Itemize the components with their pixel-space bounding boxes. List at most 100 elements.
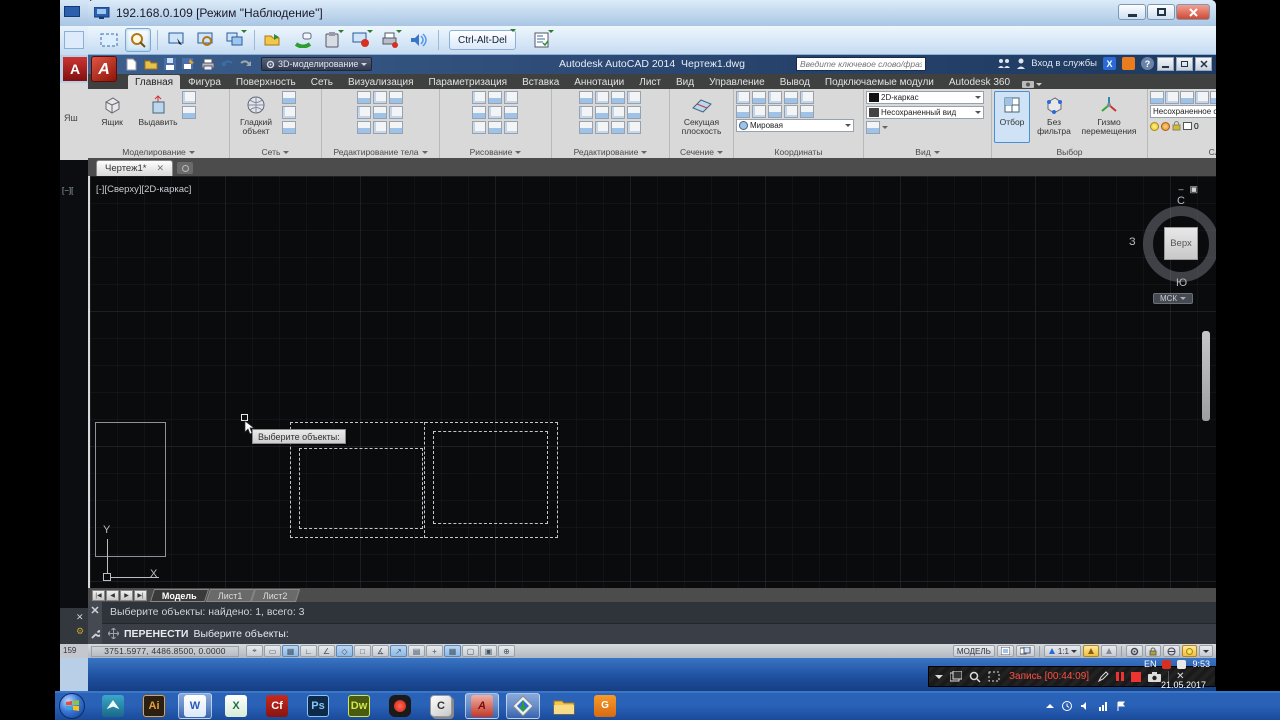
new-drawing-tab-button[interactable] — [177, 162, 193, 174]
panel-label-selection[interactable]: Выбор — [994, 146, 1145, 158]
taskbar-illustrator[interactable]: Ai — [137, 693, 171, 719]
navigation-bar[interactable] — [1202, 331, 1210, 421]
viewport-controls-label[interactable]: [-][Сверху][2D-каркас] — [96, 184, 191, 195]
solid-edit-tools[interactable] — [357, 91, 404, 135]
acad-close-button[interactable] — [1195, 57, 1212, 71]
acad-restore-button[interactable] — [1176, 57, 1193, 71]
tray-clock-icon[interactable] — [1062, 701, 1072, 711]
named-view-dropdown[interactable]: Несохраненный вид — [866, 106, 984, 119]
ribbon-tab-figura[interactable]: Фигура — [181, 75, 228, 89]
file-transfer-icon[interactable] — [261, 28, 287, 52]
recorder-window-icon[interactable] — [950, 671, 962, 682]
sign-in-label[interactable]: Вход в службы — [1031, 58, 1097, 69]
signin-person-icon[interactable] — [1017, 58, 1025, 69]
toggle-annotation-monitor[interactable]: ⊕ — [498, 645, 515, 657]
remote-clock[interactable]: 9:53 — [1192, 659, 1210, 669]
ribbon-tab-set[interactable]: Сеть — [304, 75, 340, 89]
taskbar-pdf-app[interactable]: G — [588, 693, 622, 719]
toggle-dynamic-input[interactable]: ▤ — [408, 645, 425, 657]
panel-label-modify[interactable]: Редактирование — [554, 146, 667, 158]
layer-dropdown[interactable]: 0 — [1150, 119, 1216, 133]
taskbar-3ds-max[interactable] — [96, 693, 130, 719]
toggle-polar-tracking[interactable]: ∠ — [318, 645, 335, 657]
help-search-input[interactable] — [796, 57, 926, 71]
acad-minimize-button[interactable] — [1157, 57, 1174, 71]
ribbon-tab-vizualizatsiya[interactable]: Визуализация — [341, 75, 420, 89]
isolate-objects-icon[interactable] — [1163, 645, 1180, 657]
toggle-infer-constraints[interactable]: ⌖ — [246, 645, 263, 657]
ribbon-tab-glavnaya[interactable]: Главная — [128, 75, 180, 89]
taskbar-word[interactable]: W — [178, 693, 212, 719]
taskbar-c-key-app[interactable]: C — [424, 693, 458, 719]
toggle-dynamic-ucs[interactable]: ↗ — [390, 645, 407, 657]
layout-quickview-icon[interactable] — [997, 645, 1014, 657]
drawings-quickview-icon[interactable] — [1016, 645, 1035, 657]
viewcube-top-face[interactable]: Верх — [1164, 227, 1198, 260]
annotation-visibility-icon[interactable] — [1083, 645, 1099, 657]
ucs-tools-row1[interactable] — [736, 91, 814, 104]
toggle-grid-display[interactable]: ▦ — [282, 645, 299, 657]
toggle-ortho-mode[interactable]: ∟ — [300, 645, 317, 657]
workspace-switching-gear-icon[interactable] — [1126, 645, 1143, 657]
remote-tray-icon-red1[interactable] — [1162, 660, 1171, 669]
layout-tab-list2[interactable]: Лист2 — [251, 589, 300, 602]
compass-south[interactable]: Ю — [1176, 277, 1187, 289]
taskbar-recorder[interactable] — [383, 693, 417, 719]
model-space-button[interactable]: МОДЕЛЬ — [953, 645, 995, 657]
show-hidden-icons-button[interactable] — [1046, 700, 1054, 708]
panel-label-view[interactable]: Вид — [866, 146, 989, 158]
extrude-tool[interactable]: Выдавить — [136, 91, 180, 143]
modify-tools[interactable] — [579, 91, 642, 135]
panel-label-layers[interactable]: Слои — [1150, 146, 1216, 158]
ucs-dropdown[interactable]: Мировая — [736, 119, 854, 132]
toggle-selection-cycling[interactable]: ▣ — [480, 645, 497, 657]
gizmo-tool[interactable]: Гизмо перемещения — [1078, 91, 1140, 143]
viewer-minimize-button[interactable] — [1118, 4, 1146, 20]
ctrl-alt-del-button[interactable]: Ctrl-Alt-Del — [449, 30, 516, 50]
ribbon-tab-vstavka[interactable]: Вставка — [515, 75, 566, 89]
autocad-titlebar[interactable]: A 3D-моделирование Autodesk AutoCAD 2014… — [88, 55, 1216, 74]
panel-label-solid-edit[interactable]: Редактирование тела — [324, 146, 437, 158]
file-tab-close-icon[interactable]: ✕ — [156, 163, 164, 174]
sound-icon[interactable] — [406, 28, 432, 52]
remote-language-indicator[interactable]: EN — [1144, 659, 1157, 669]
help-icon[interactable]: ? — [1141, 57, 1154, 70]
viewcube-wcs-menu[interactable]: МСК — [1153, 293, 1193, 304]
viewer-maximize-button[interactable] — [1147, 4, 1175, 20]
zoom-icon[interactable] — [125, 28, 151, 52]
taskbar-excel[interactable]: X — [219, 693, 253, 719]
taskbar-coldfusion[interactable]: Cf — [260, 693, 294, 719]
ribbon-tab-parametrizatsiya[interactable]: Параметризация — [422, 75, 515, 89]
toggle-3d-object-snap[interactable]: □ — [354, 645, 371, 657]
remote-shutdown-icon[interactable] — [348, 28, 374, 52]
command-prompt-line[interactable]: ПЕРЕНЕСТИ Выберите объекты: — [102, 624, 1216, 645]
recorder-stop-button[interactable] — [1131, 672, 1141, 682]
taskbar-diamond-app[interactable] — [506, 693, 540, 719]
selected-rectangle-inner-left[interactable] — [299, 448, 423, 529]
toggle-transparency[interactable]: ▦ — [444, 645, 461, 657]
toggle-lineweight[interactable]: + — [426, 645, 443, 657]
start-button[interactable] — [59, 693, 85, 719]
tray-flag-icon[interactable] — [1116, 701, 1126, 711]
toggle-quick-properties[interactable]: ▢ — [462, 645, 479, 657]
ribbon-tab-vyvod[interactable]: Вывод — [773, 75, 817, 89]
toggle-object-snap[interactable]: ◇ — [336, 645, 353, 657]
coordinates-readout[interactable]: 3751.5977, 4486.8500, 0.0000 — [91, 646, 239, 657]
command-close-icon[interactable] — [91, 606, 99, 614]
host-system-tray[interactable] — [1046, 701, 1276, 711]
panel-label-modeling[interactable]: Моделирование — [90, 146, 227, 158]
layout-tab-model[interactable]: Модель — [150, 589, 209, 602]
ribbon-tab-annotatsii[interactable]: Аннотации — [567, 75, 631, 89]
remote-date[interactable]: 21.05.2017 — [1161, 680, 1206, 690]
box-tool[interactable]: Ящик — [90, 91, 134, 143]
panel-label-mesh[interactable]: Сеть — [232, 146, 319, 158]
tray-network-icon[interactable] — [1098, 701, 1108, 711]
taskbar-autocad[interactable]: A — [465, 693, 499, 719]
hardware-acceleration-lightbulb-icon[interactable] — [1182, 645, 1197, 657]
layer-tools-row[interactable] — [1150, 91, 1216, 104]
autodesk360-icon[interactable] — [1122, 57, 1135, 70]
panel-label-draw[interactable]: Рисование — [442, 146, 549, 158]
culling-tool[interactable]: Отбор — [994, 91, 1030, 143]
taskbar-explorer[interactable] — [547, 693, 581, 719]
taskbar-dreamweaver[interactable]: Dw — [342, 693, 376, 719]
